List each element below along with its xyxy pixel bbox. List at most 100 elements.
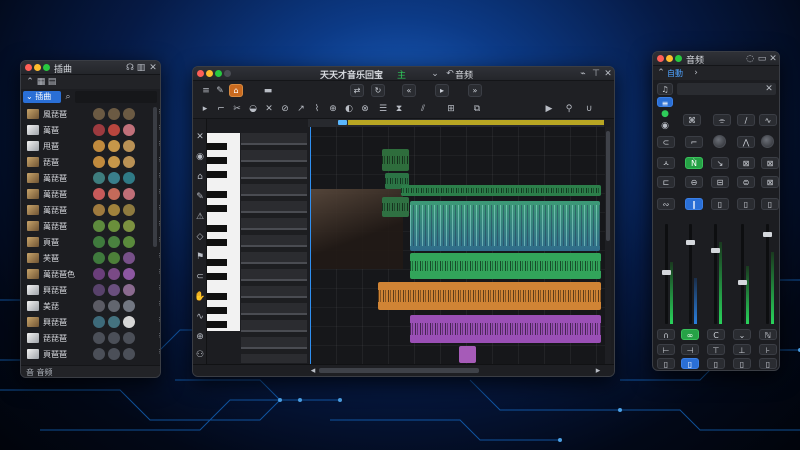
region-purple[interactable]	[410, 315, 601, 343]
solo-button[interactable]: Ǹ	[685, 157, 703, 169]
instrument-color-swatch[interactable]	[123, 348, 135, 360]
instrument-list-item[interactable]: 琵琵琶 ⁝	[21, 330, 160, 347]
arrange-area[interactable]	[310, 127, 605, 365]
instrument-color-swatch[interactable]	[93, 124, 105, 136]
instrument-color-swatch[interactable]	[93, 140, 105, 152]
instrument-color-swatch[interactable]	[123, 204, 135, 216]
pan-knob-1[interactable]	[713, 135, 726, 148]
send-b-button[interactable]: ⌐	[685, 136, 703, 148]
piano-keyboard[interactable]	[207, 133, 240, 331]
link-icon[interactable]: ⌁	[578, 68, 588, 80]
comp-button[interactable]: ⌯	[713, 114, 731, 126]
record-enable-icon[interactable]: ●	[659, 108, 671, 120]
instrument-color-swatch[interactable]	[123, 188, 135, 200]
audio-icon[interactable]: ∿	[194, 311, 206, 323]
region-small-1[interactable]	[382, 149, 409, 171]
flag-icon[interactable]: ⚑	[194, 251, 206, 263]
more-options-icon[interactable]: ⁝	[159, 300, 160, 308]
more-options-icon[interactable]: ⁝	[159, 108, 160, 116]
flatten-tool-icon[interactable]: ☰	[377, 103, 389, 115]
timeline-ruler[interactable]	[308, 119, 604, 127]
instrument-color-swatch[interactable]	[123, 140, 135, 152]
cycle-button[interactable]: ⇄	[350, 84, 364, 97]
strip-4-mode-button[interactable]: ⌄	[733, 329, 751, 340]
horizontal-scrollbar[interactable]: ◂ ▸	[193, 364, 614, 376]
instrument-list-item[interactable]: 萬琶 ⁝	[21, 122, 160, 139]
bus-4-button[interactable]: ⊜	[737, 176, 755, 188]
fade-tool-icon[interactable]: ⊘	[279, 103, 291, 115]
up-chevron-icon[interactable]: ⌃	[24, 76, 36, 88]
instrument-color-swatch[interactable]	[93, 284, 105, 296]
mode-button-active[interactable]: ≡	[657, 97, 673, 108]
more-options-icon[interactable]: ⁝	[159, 140, 160, 148]
strip-5-out-button[interactable]: ▯	[759, 358, 777, 369]
input-icon[interactable]: ◉	[659, 120, 671, 132]
strip-3-bus-button[interactable]: ⊤	[707, 344, 725, 355]
play-button[interactable]: ▸	[435, 84, 449, 97]
instrument-color-swatch[interactable]	[123, 236, 135, 248]
instrument-color-swatch[interactable]	[108, 124, 120, 136]
close-icon[interactable]: ✕	[764, 83, 774, 95]
instrument-color-swatch[interactable]	[123, 300, 135, 312]
instrument-list-item[interactable]: 琵琶 ⁝	[21, 154, 160, 171]
output-4-button[interactable]: ▯	[737, 198, 755, 210]
instrument-list-item[interactable]: 萬琵琶色 ⁝	[21, 266, 160, 283]
mixer-tab[interactable]: 自動	[667, 68, 683, 79]
region-orange[interactable]	[378, 282, 601, 310]
lock-icon[interactable]: ⌂	[194, 171, 206, 183]
instrument-color-swatch[interactable]	[108, 348, 120, 360]
keyboard-icon[interactable]: ▬	[262, 85, 274, 97]
more-options-icon[interactable]: ⁝	[159, 204, 160, 212]
instrument-color-swatch[interactable]	[93, 348, 105, 360]
cycle-region[interactable]	[348, 120, 604, 125]
link-icon[interactable]: ◌	[745, 53, 755, 65]
region-teal-large[interactable]	[410, 201, 600, 251]
metronome-icon[interactable]: ⧗	[393, 103, 405, 115]
instrument-color-swatch[interactable]	[108, 172, 120, 184]
send-a-button[interactable]: ⊂	[657, 136, 675, 148]
search-icon[interactable]: ⌕	[63, 91, 73, 103]
instrument-color-swatch[interactable]	[123, 332, 135, 344]
instrument-list-item[interactable]: 美琵 ⁝	[21, 298, 160, 315]
strip-1-mode-button[interactable]: ∩	[657, 329, 675, 340]
strip-2-out-button[interactable]: ▯	[681, 358, 699, 369]
instrument-color-swatch[interactable]	[108, 300, 120, 312]
close-window-button[interactable]	[657, 55, 664, 62]
close-icon[interactable]: ✕	[603, 68, 613, 80]
scroll-left-icon[interactable]: ◂	[308, 365, 318, 376]
instrument-color-swatch[interactable]	[108, 204, 120, 216]
instrument-color-swatch[interactable]	[108, 188, 120, 200]
instrument-list-item[interactable]: 興琵琶 ⁝	[21, 282, 160, 299]
bus-5-button[interactable]: ⊠	[761, 176, 779, 188]
region-purple-small[interactable]	[459, 346, 476, 363]
strip-2-bus-button[interactable]: ⊣	[681, 344, 699, 355]
tuner-icon[interactable]: ⫽	[417, 103, 429, 115]
more-options-icon[interactable]: ⁝	[159, 332, 160, 340]
bus-1-button[interactable]: ⊏	[657, 176, 675, 188]
eq-button[interactable]: ⌘	[683, 114, 701, 126]
strip-1-out-button[interactable]: ▯	[657, 358, 675, 369]
search-input[interactable]	[75, 91, 157, 103]
headphones-icon[interactable]: ☊	[125, 62, 135, 74]
instrument-list-item[interactable]: 芙琶 ⁝	[21, 250, 160, 267]
automation-tool-icon[interactable]: ↗	[295, 103, 307, 115]
instrument-color-swatch[interactable]	[108, 156, 120, 168]
more-options-icon[interactable]: ⁝	[159, 188, 160, 196]
instrument-color-swatch[interactable]	[108, 220, 120, 232]
instrument-color-swatch[interactable]	[123, 284, 135, 296]
menu-icon[interactable]: ≡	[200, 85, 212, 97]
arrange-mode-button[interactable]: ⌂	[229, 84, 243, 97]
zoom-tool-icon[interactable]: ⊕	[327, 103, 339, 115]
monitor-button[interactable]: ⊠	[737, 157, 755, 169]
scissors-icon[interactable]: ✂	[231, 103, 243, 115]
close-window-button[interactable]	[197, 70, 204, 77]
hand-icon[interactable]: ✋	[194, 291, 206, 303]
minimize-window-button[interactable]	[206, 70, 213, 77]
flex-tool-icon[interactable]: ⌇	[311, 103, 323, 115]
instrument-color-swatch[interactable]	[108, 316, 120, 328]
region-small-3[interactable]	[382, 197, 409, 217]
more-options-icon[interactable]: ⁝	[159, 220, 160, 228]
instrument-color-swatch[interactable]	[123, 220, 135, 232]
strip-3-mode-button[interactable]: C	[707, 329, 725, 340]
vertical-scrollbar[interactable]	[605, 127, 611, 365]
